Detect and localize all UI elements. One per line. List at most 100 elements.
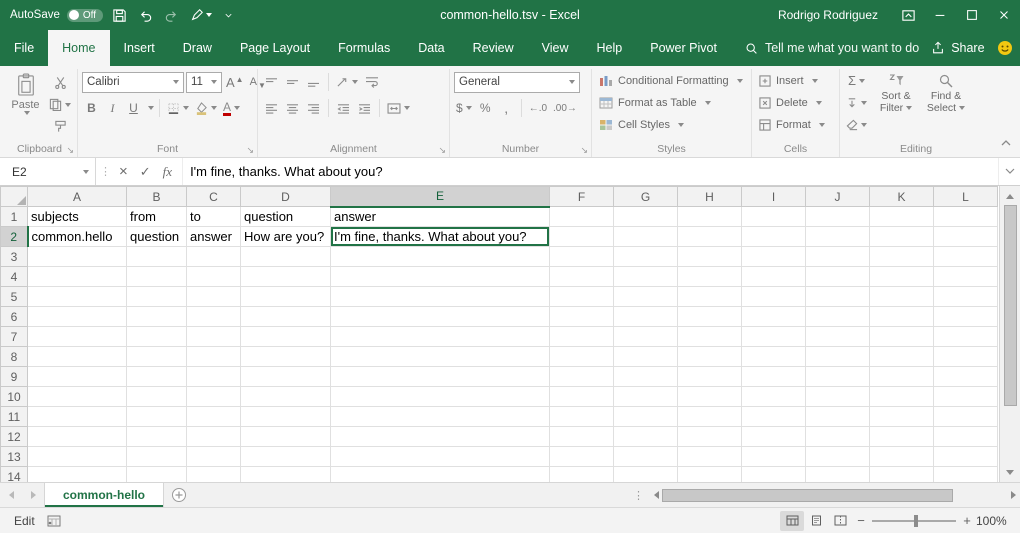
percent-format-button[interactable]: % [476,98,495,119]
column-header-E[interactable]: E [331,187,550,207]
cell-A14[interactable] [28,467,127,483]
cell-L14[interactable] [934,467,998,483]
page-layout-view-button[interactable] [804,511,828,531]
zoom-slider-thumb[interactable] [914,515,918,527]
cell-I4[interactable] [742,267,806,287]
cell-I3[interactable] [742,247,806,267]
maximize-button[interactable] [956,0,988,30]
scroll-up-button[interactable] [1006,189,1014,203]
minimize-button[interactable] [924,0,956,30]
cell-G1[interactable] [614,207,678,227]
new-sheet-button[interactable] [164,483,194,507]
cell-E12[interactable] [331,427,550,447]
cell-G10[interactable] [614,387,678,407]
cell-J2[interactable] [806,227,870,247]
cell-B1[interactable]: from [127,207,187,227]
cell-G14[interactable] [614,467,678,483]
cell-I2[interactable] [742,227,806,247]
cell-F11[interactable] [550,407,614,427]
tab-page-layout[interactable]: Page Layout [226,30,324,66]
cell-D2[interactable]: How are you? [241,227,331,247]
vertical-scrollbar-thumb[interactable] [1004,205,1017,406]
cell-E6[interactable] [331,307,550,327]
cell-K4[interactable] [870,267,934,287]
cell-A6[interactable] [28,307,127,327]
cell-D13[interactable] [241,447,331,467]
page-break-view-button[interactable] [828,511,852,531]
cell-C6[interactable] [187,307,241,327]
undo-button[interactable] [136,6,155,25]
cell-E4[interactable] [331,267,550,287]
cell-J3[interactable] [806,247,870,267]
column-header-K[interactable]: K [870,187,934,207]
cell-J13[interactable] [806,447,870,467]
cell-D10[interactable] [241,387,331,407]
format-as-table-button[interactable]: Format as Table [596,92,714,113]
cell-E7[interactable] [331,327,550,347]
cell-D5[interactable] [241,287,331,307]
column-header-J[interactable]: J [806,187,870,207]
row-header-12[interactable]: 12 [1,427,28,447]
number-format-select[interactable]: General [454,72,580,93]
collapse-ribbon-button[interactable] [1000,134,1012,152]
cell-J11[interactable] [806,407,870,427]
cell-K3[interactable] [870,247,934,267]
cell-D11[interactable] [241,407,331,427]
cell-L3[interactable] [934,247,998,267]
cell-G2[interactable] [614,227,678,247]
cell-G11[interactable] [614,407,678,427]
cell-F12[interactable] [550,427,614,447]
cell-K10[interactable] [870,387,934,407]
cell-K1[interactable] [870,207,934,227]
cell-J8[interactable] [806,347,870,367]
insert-function-button[interactable]: fx [163,164,172,180]
macro-record-button[interactable] [35,515,61,527]
cell-G7[interactable] [614,327,678,347]
cell-L1[interactable] [934,207,998,227]
cell-B9[interactable] [127,367,187,387]
tab-file[interactable]: File [0,30,48,66]
cell-C1[interactable]: to [187,207,241,227]
cell-H5[interactable] [678,287,742,307]
customize-qat-button[interactable] [221,8,236,23]
cell-I8[interactable] [742,347,806,367]
cell-I6[interactable] [742,307,806,327]
row-header-6[interactable]: 6 [1,307,28,327]
cell-L5[interactable] [934,287,998,307]
cell-A2[interactable]: common.hello [28,227,127,247]
cell-F3[interactable] [550,247,614,267]
cell-E14[interactable] [331,467,550,483]
cell-G3[interactable] [614,247,678,267]
ribbon-display-options-button[interactable] [892,0,924,30]
cell-B13[interactable] [127,447,187,467]
cell-F8[interactable] [550,347,614,367]
fill-color-button[interactable] [193,98,219,119]
row-header-2[interactable]: 2 [1,227,28,247]
row-header-9[interactable]: 9 [1,367,28,387]
cell-H11[interactable] [678,407,742,427]
cell-J14[interactable] [806,467,870,483]
cell-I13[interactable] [742,447,806,467]
cell-L9[interactable] [934,367,998,387]
cell-K6[interactable] [870,307,934,327]
cell-J9[interactable] [806,367,870,387]
row-header-13[interactable]: 13 [1,447,28,467]
scroll-right-icon[interactable] [1011,491,1016,499]
zoom-level[interactable]: 100% [976,514,1020,528]
cell-A10[interactable] [28,387,127,407]
cell-L6[interactable] [934,307,998,327]
cell-B3[interactable] [127,247,187,267]
cell-C5[interactable] [187,287,241,307]
font-color-button[interactable]: A [221,98,242,119]
cell-E1[interactable]: answer [331,207,550,227]
cell-K14[interactable] [870,467,934,483]
cell-E13[interactable] [331,447,550,467]
cell-I1[interactable] [742,207,806,227]
cell-B5[interactable] [127,287,187,307]
cell-F9[interactable] [550,367,614,387]
cell-L13[interactable] [934,447,998,467]
column-header-B[interactable]: B [127,187,187,207]
formula-bar-handle[interactable]: ⋮ [96,158,115,185]
column-header-L[interactable]: L [934,187,998,207]
autosum-button[interactable]: Σ [844,70,869,91]
